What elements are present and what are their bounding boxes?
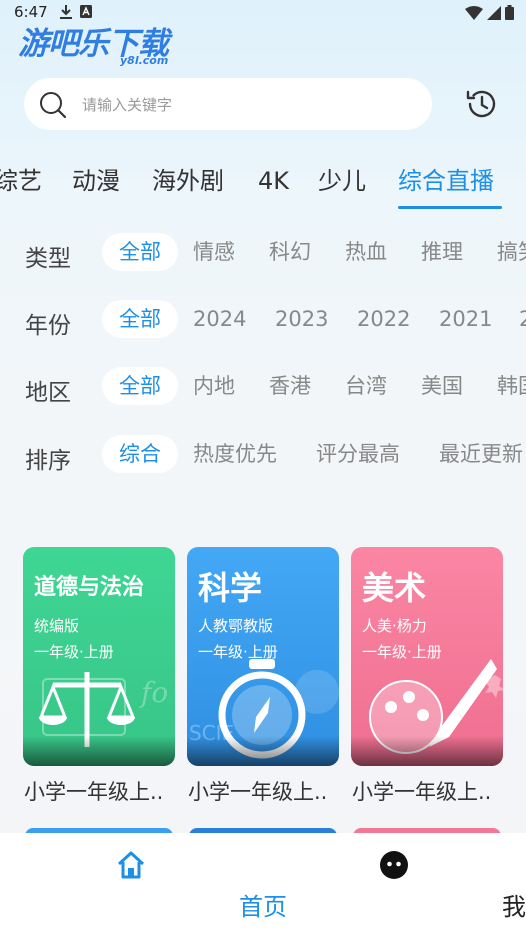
chip-year-2024[interactable]: 2024 bbox=[193, 300, 246, 338]
chip-region-all[interactable]: 全部 bbox=[102, 367, 178, 405]
filter-label-sort: 排序 bbox=[25, 448, 71, 474]
card-edition: 人教鄂教版 bbox=[198, 617, 274, 635]
card-edition: 统编版 bbox=[34, 617, 80, 635]
chip-year-all[interactable]: 全部 bbox=[102, 300, 178, 338]
chip-region-mainland[interactable]: 内地 bbox=[193, 367, 235, 405]
chip-region-usa[interactable]: 美国 bbox=[421, 367, 463, 405]
nav-mine[interactable]: 我的 bbox=[263, 833, 526, 934]
chip-year-2023[interactable]: 2023 bbox=[275, 300, 328, 338]
video-card[interactable]: SCIE 科学 人教鄂教版 一年级·上册 bbox=[187, 547, 339, 766]
wifi-icon bbox=[465, 5, 483, 20]
category-tabs: 综艺 动漫 海外剧 4K 少儿 综合直播 bbox=[0, 164, 526, 214]
chip-type-all[interactable]: 全部 bbox=[102, 233, 178, 271]
search-placeholder: 请输入关键字 bbox=[82, 96, 173, 114]
svg-text:fo: fo bbox=[139, 676, 168, 709]
filter-label-type: 类型 bbox=[25, 246, 71, 272]
nav-home[interactable]: 首页 bbox=[0, 833, 287, 934]
search-input[interactable]: 请输入关键字 bbox=[24, 78, 432, 130]
chip-region-taiwan[interactable]: 台湾 bbox=[345, 367, 387, 405]
video-card[interactable]: fo 道德与法治 统编版 一年级·上册 bbox=[23, 547, 175, 766]
card-edition: 人美·杨力 bbox=[362, 617, 427, 635]
chip-year-2021[interactable]: 2021 bbox=[439, 300, 492, 338]
battery-icon bbox=[505, 5, 514, 20]
card-title: 道德与法治 bbox=[34, 575, 145, 600]
home-icon bbox=[117, 851, 145, 879]
app-logo: 游吧乐下载 y8l.com bbox=[18, 18, 198, 67]
chip-type-mystery[interactable]: 推理 bbox=[421, 233, 463, 271]
filter-row-region: 地区 全部 内地 香港 台湾 美国 韩国 bbox=[0, 367, 526, 411]
tab-anime[interactable]: 动漫 bbox=[72, 164, 120, 198]
card-grade: 一年级·上册 bbox=[198, 643, 278, 661]
notification-a-icon bbox=[80, 5, 92, 18]
filter-row-year: 年份 全部 2024 2023 2022 2021 2020 bbox=[0, 300, 526, 344]
chip-type-romance[interactable]: 情感 bbox=[193, 233, 235, 271]
chip-year-2022[interactable]: 2022 bbox=[357, 300, 410, 338]
logo-sub: y8l.com bbox=[120, 54, 169, 67]
card-title: 科学 bbox=[198, 569, 263, 607]
card-grade: 一年级·上册 bbox=[34, 643, 114, 661]
face-icon bbox=[380, 851, 408, 879]
chip-type-action[interactable]: 热血 bbox=[345, 233, 387, 271]
tab-variety[interactable]: 综艺 bbox=[0, 164, 42, 198]
card-caption[interactable]: 小学一年级上.. bbox=[24, 776, 184, 806]
bottom-nav: 首页 我的 bbox=[0, 833, 526, 934]
chip-sort-rating[interactable]: 评分最高 bbox=[316, 435, 400, 473]
card-caption[interactable]: 小学一年级上.. bbox=[188, 776, 348, 806]
card-caption[interactable]: 小学一年级上.. bbox=[352, 776, 512, 806]
tab-live[interactable]: 综合直播 bbox=[398, 164, 494, 198]
download-icon bbox=[60, 5, 72, 19]
filter-label-region: 地区 bbox=[25, 380, 71, 406]
card-grade: 一年级·上册 bbox=[362, 643, 442, 661]
chip-region-korea[interactable]: 韩国 bbox=[497, 367, 526, 405]
history-icon[interactable] bbox=[464, 86, 500, 122]
tab-kids[interactable]: 少儿 bbox=[318, 164, 366, 198]
chip-year-2020[interactable]: 2020 bbox=[519, 300, 526, 338]
chip-sort-popular[interactable]: 热度优先 bbox=[193, 435, 277, 473]
tab-4k[interactable]: 4K bbox=[258, 164, 289, 198]
chip-type-scifi[interactable]: 科幻 bbox=[269, 233, 311, 271]
signal-icon bbox=[487, 5, 501, 20]
active-tab-indicator bbox=[398, 206, 502, 209]
tab-overseas[interactable]: 海外剧 bbox=[152, 164, 224, 198]
chip-region-hongkong[interactable]: 香港 bbox=[269, 367, 311, 405]
nav-mine-label: 我的 bbox=[502, 893, 526, 921]
card-title: 美术 bbox=[362, 569, 427, 607]
filter-row-type: 类型 全部 情感 科幻 热血 推理 搞笑 bbox=[0, 233, 526, 277]
video-card[interactable]: 美术 人美·杨力 一年级·上册 bbox=[351, 547, 503, 766]
filter-row-sort: 排序 综合 热度优先 评分最高 最近更新 bbox=[0, 435, 526, 479]
chip-sort-recent[interactable]: 最近更新 bbox=[439, 435, 523, 473]
filter-label-year: 年份 bbox=[25, 313, 71, 339]
search-icon bbox=[40, 92, 67, 119]
chip-sort-overall[interactable]: 综合 bbox=[102, 435, 178, 473]
chip-type-comedy[interactable]: 搞笑 bbox=[497, 233, 526, 271]
